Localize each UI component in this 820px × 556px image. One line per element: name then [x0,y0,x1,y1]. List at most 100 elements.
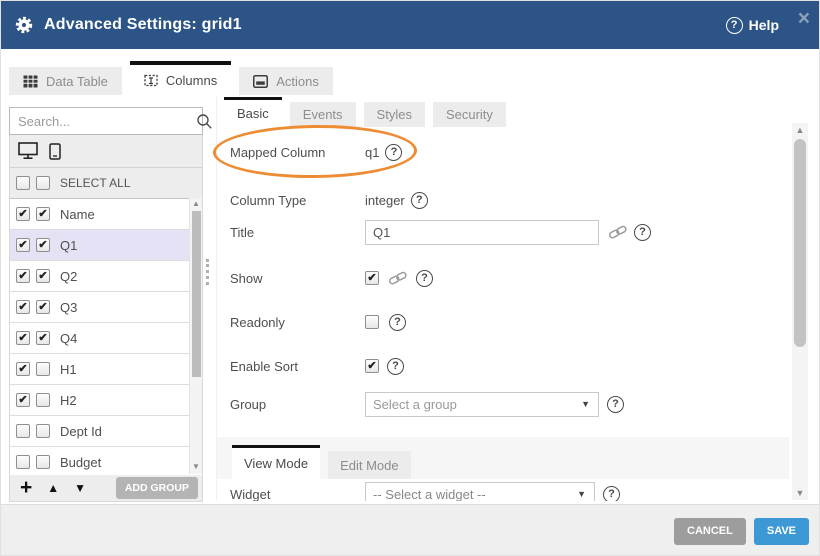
list-item[interactable]: ✔✔Q1 [10,230,202,261]
column-label: H2 [60,393,77,408]
save-button[interactable]: SAVE [754,518,809,545]
select-all-label: SELECT ALL [60,176,131,190]
list-item[interactable]: ✔ H2 [10,385,202,416]
mapped-column-help-icon[interactable]: ? [385,144,402,161]
gear-icon [14,15,34,35]
column-label: Dept Id [60,424,102,439]
mobile-checkbox[interactable]: ✔ [36,331,50,345]
widget-select[interactable]: -- Select a widget -- ▼ [365,482,595,502]
tab-columns-label: Columns [166,73,217,88]
desktop-checkbox[interactable]: ✔ [16,207,30,221]
tab-styles[interactable]: Styles [364,102,425,127]
sidebar-scrollbar-thumb[interactable] [192,211,201,377]
readonly-help-icon[interactable]: ? [389,314,406,331]
list-item[interactable]: Dept Id [10,416,202,447]
tab-events[interactable]: Events [290,102,356,127]
column-label: Budget [60,455,101,470]
mobile-checkbox[interactable] [36,362,50,376]
group-select[interactable]: Select a group ▼ [365,392,599,417]
column-label: Q2 [60,269,77,284]
mobile-checkbox[interactable]: ✔ [36,300,50,314]
group-help-icon[interactable]: ? [607,396,624,413]
main-scrollbar[interactable]: ▲ ▼ [792,123,808,500]
device-toggle-row [10,135,202,168]
mobile-icon[interactable] [49,143,61,160]
readonly-checkbox[interactable] [365,315,379,329]
show-link-icon[interactable] [388,271,408,285]
column-label: Name [60,207,95,222]
tab-edit-mode[interactable]: Edit Mode [328,451,411,479]
tab-basic[interactable]: Basic [224,97,282,127]
select-all-row[interactable]: SELECT ALL [10,168,202,199]
close-icon[interactable]: × [798,8,810,29]
show-checkbox[interactable]: ✔ [365,271,379,285]
title-input[interactable] [365,220,599,245]
select-all-mobile-checkbox[interactable] [36,176,50,190]
widget-row: Widget -- Select a widget -- ▼ ? [230,481,620,501]
title-help-icon[interactable]: ? [634,224,651,241]
mobile-checkbox[interactable]: ✔ [36,207,50,221]
panel-splitter-handle[interactable] [206,259,209,285]
desktop-icon[interactable] [18,142,39,160]
help-button[interactable]: ? Help [726,1,779,49]
main-scrollbar-thumb[interactable] [794,139,806,347]
widget-help-icon[interactable]: ? [603,486,620,502]
enable-sort-label: Enable Sort [230,359,365,374]
list-item[interactable]: ✔✔Q3 [10,292,202,323]
enable-sort-checkbox[interactable]: ✔ [365,359,379,373]
add-group-button[interactable]: ADD GROUP [116,477,198,499]
column-detail-panel: Basic Events Styles Security Mapped Colu… [216,97,789,501]
desktop-checkbox[interactable]: ✔ [16,300,30,314]
tab-actions-label: Actions [276,74,319,89]
desktop-checkbox[interactable]: ✔ [16,331,30,345]
desktop-checkbox[interactable]: ✔ [16,393,30,407]
tab-security[interactable]: Security [433,102,506,127]
tab-styles-label: Styles [377,107,412,122]
tab-actions[interactable]: Actions [239,67,333,95]
show-help-icon[interactable]: ? [416,270,433,287]
column-type-help-icon[interactable]: ? [411,192,428,209]
desktop-checkbox[interactable]: ✔ [16,269,30,283]
widget-label: Widget [230,487,365,502]
search-icon [196,113,213,130]
enable-sort-help-icon[interactable]: ? [387,358,404,375]
scroll-down-icon[interactable]: ▼ [190,462,202,471]
widget-caret-down-icon: ▼ [577,489,586,499]
mobile-checkbox[interactable] [36,424,50,438]
main-scroll-up-icon[interactable]: ▲ [792,125,808,135]
main-scroll-down-icon[interactable]: ▼ [792,488,808,498]
list-item[interactable]: ✔✔Q4 [10,323,202,354]
advanced-settings-dialog: Advanced Settings: grid1 ? Help × Data T… [0,0,820,556]
list-item[interactable]: ✔H1 [10,354,202,385]
move-down-icon[interactable]: ▼ [74,481,86,495]
widget-select-placeholder: -- Select a widget -- [373,487,486,502]
desktop-checkbox[interactable] [16,455,30,469]
desktop-checkbox[interactable]: ✔ [16,238,30,252]
help-question-icon: ? [726,17,743,34]
add-column-icon[interactable]: + [20,478,32,498]
desktop-checkbox[interactable] [16,424,30,438]
title-link-icon[interactable] [608,225,628,239]
mobile-checkbox[interactable] [36,455,50,469]
mobile-checkbox[interactable]: ✔ [36,238,50,252]
list-item[interactable]: Budget [10,447,202,475]
list-item[interactable]: ✔ ✔ Name [10,199,202,230]
select-all-desktop-checkbox[interactable] [16,176,30,190]
tab-columns[interactable]: Columns [130,61,231,95]
move-up-icon[interactable]: ▲ [47,481,59,495]
desktop-checkbox[interactable]: ✔ [16,362,30,376]
readonly-label: Readonly [230,315,365,330]
list-item[interactable]: ✔ ✔ Q2 [10,261,202,292]
mobile-checkbox[interactable] [36,393,50,407]
tab-view-mode[interactable]: View Mode [232,445,320,479]
sidebar-scrollbar[interactable]: ▲ ▼ [189,198,202,474]
cancel-button[interactable]: CANCEL [674,518,746,545]
mode-tab-strip: View Mode Edit Mode [217,437,789,479]
scroll-up-icon[interactable]: ▲ [190,199,202,208]
enable-sort-row: Enable Sort ✔ ? [230,353,404,379]
tab-data-table[interactable]: Data Table [9,67,122,95]
mobile-checkbox[interactable]: ✔ [36,269,50,283]
group-label: Group [230,397,365,412]
search-input[interactable] [10,113,196,130]
tab-security-label: Security [446,107,493,122]
